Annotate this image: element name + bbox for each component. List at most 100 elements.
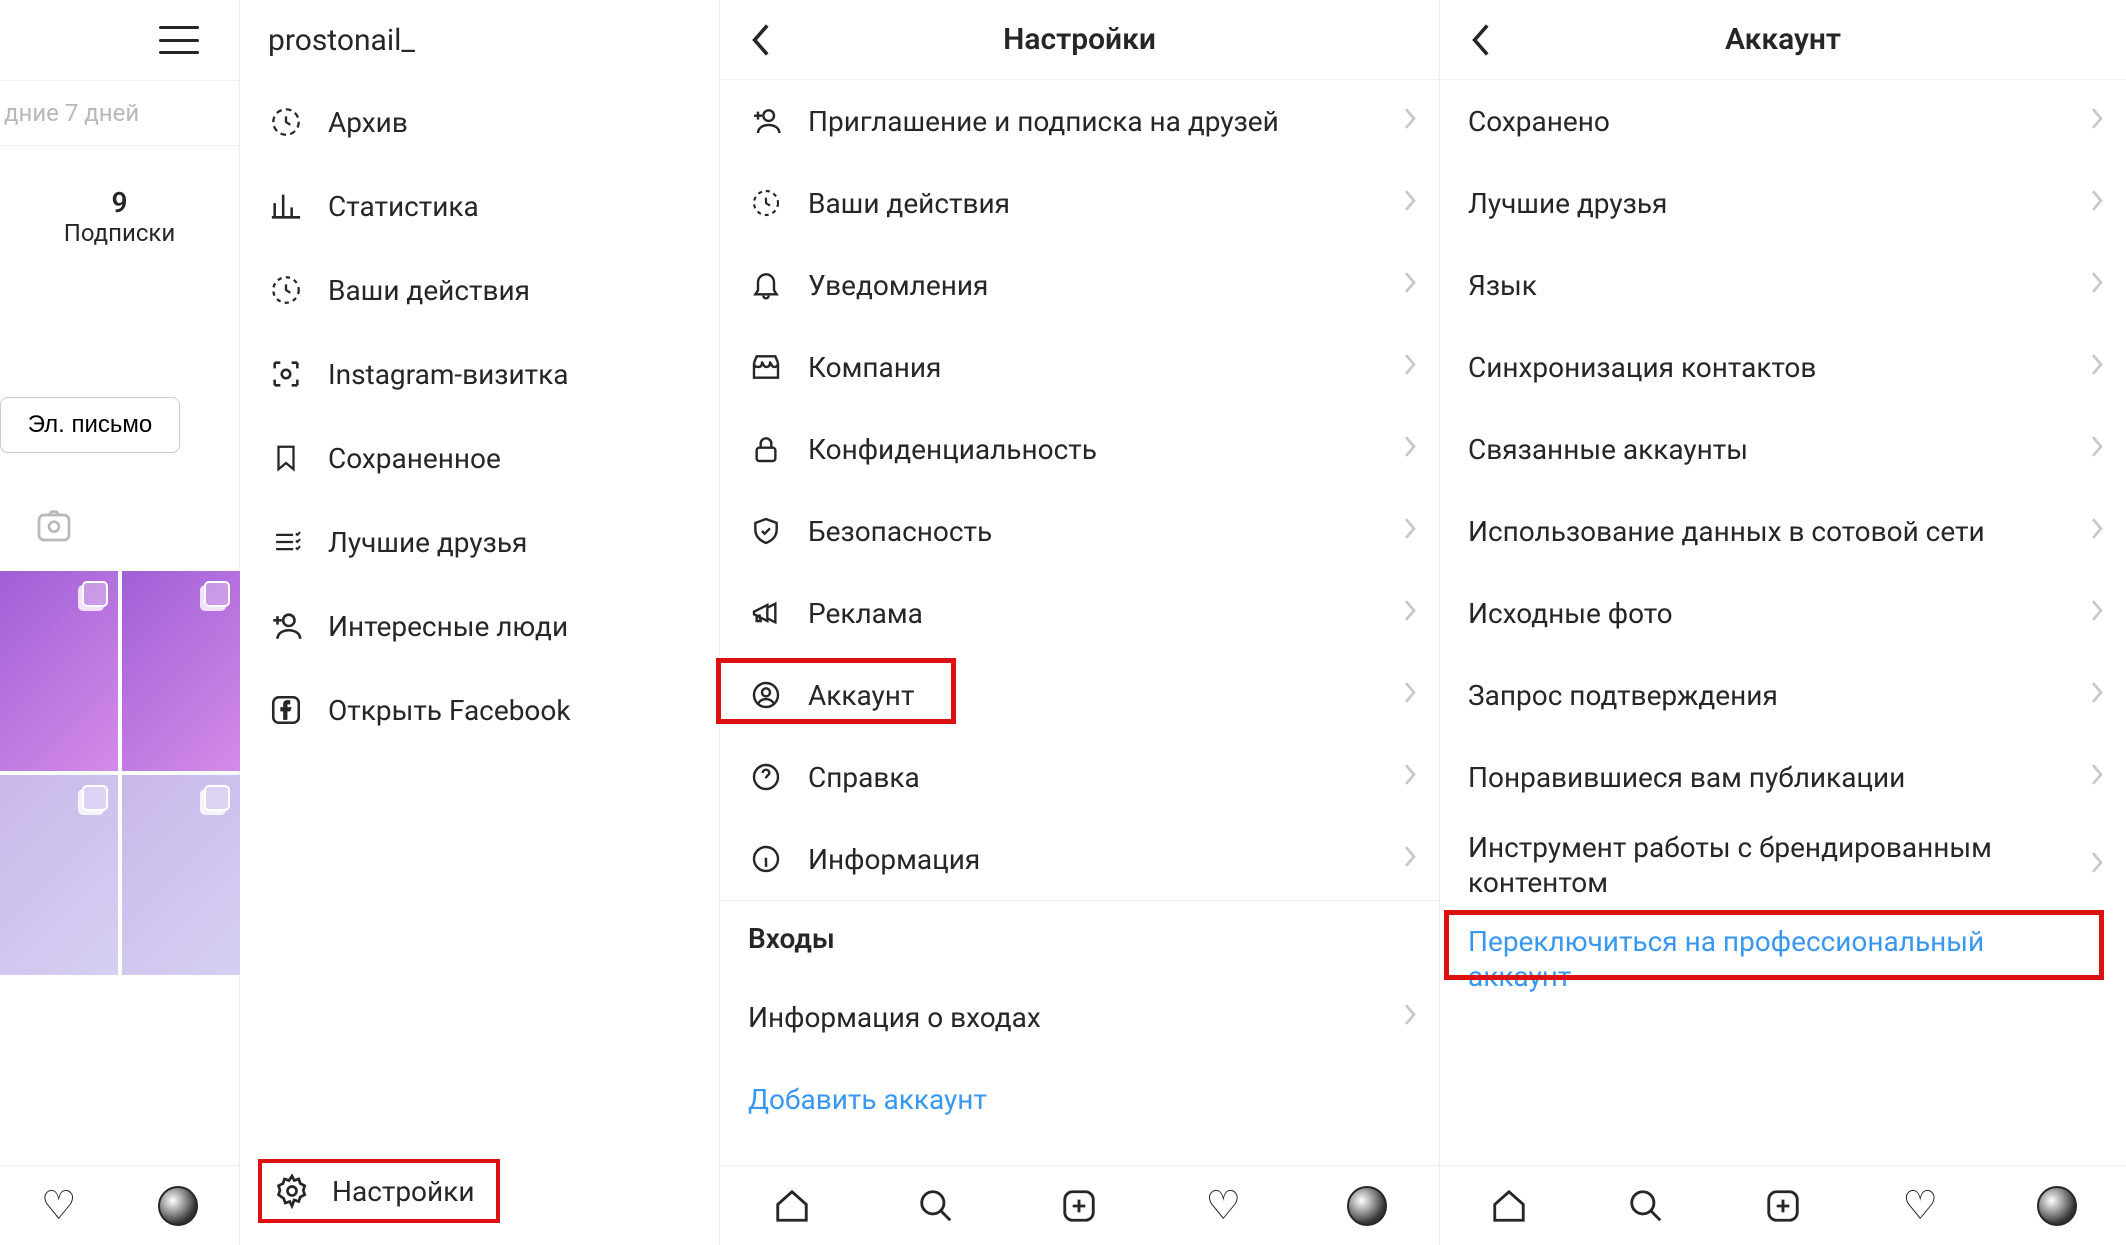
profile-avatar-icon[interactable] — [2037, 1186, 2077, 1226]
back-button[interactable] — [744, 24, 776, 56]
back-button[interactable] — [1464, 24, 1496, 56]
menu-item-discover-people[interactable]: Интересные люди — [240, 584, 719, 668]
chevron-right-icon — [2090, 597, 2104, 630]
chevron-right-icon — [1403, 1001, 1417, 1034]
row-label: Реклама — [808, 597, 1411, 630]
settings-row-account[interactable]: Аккаунт — [720, 654, 1439, 736]
add-post-icon[interactable] — [1763, 1186, 1803, 1226]
add-post-icon[interactable] — [1059, 1186, 1099, 1226]
row-label: Инструмент работы с брендированным конте… — [1468, 830, 2098, 900]
carousel-icon — [204, 581, 230, 607]
tagged-tab-icon[interactable] — [34, 530, 74, 549]
settings-panel: Настройки Приглашение и подписка на друз… — [720, 0, 1440, 1245]
profile-avatar-icon[interactable] — [1347, 1186, 1387, 1226]
photo-grid — [0, 571, 239, 975]
chevron-right-icon — [2090, 849, 2104, 882]
settings-row-business[interactable]: Компания — [720, 326, 1439, 408]
settings-row-security[interactable]: Безопасность — [720, 490, 1439, 572]
menu-item-archive[interactable]: Архив — [240, 80, 719, 164]
subscriptions-count: 9 — [0, 186, 239, 219]
grid-photo[interactable] — [0, 775, 118, 975]
account-row-liked-posts[interactable]: Понравившиеся вам публикации — [1440, 736, 2126, 818]
profile-avatar-icon[interactable] — [158, 1186, 198, 1226]
settings-row-privacy[interactable]: Конфиденциальность — [720, 408, 1439, 490]
carousel-icon — [82, 581, 108, 607]
search-icon[interactable] — [1626, 1186, 1666, 1226]
settings-row-follow-friends[interactable]: Приглашение и подписка на друзей — [720, 80, 1439, 162]
account-panel: Аккаунт Сохранено Лучшие друзья Язык Син… — [1440, 0, 2126, 1245]
settings-row-your-activity[interactable]: Ваши действия — [720, 162, 1439, 244]
row-label: Понравившиеся вам публикации — [1468, 760, 2098, 795]
tab-bar: ♡ — [1440, 1165, 2126, 1245]
account-row-contacts-sync[interactable]: Синхронизация контактов — [1440, 326, 2126, 408]
row-label: Ваши действия — [808, 187, 1411, 220]
grid-photo[interactable] — [0, 571, 118, 771]
settings-row-login-info[interactable]: Информация о входах — [720, 976, 1439, 1058]
activity-icon[interactable]: ♡ — [41, 1186, 77, 1226]
menu-item-nametag[interactable]: Instagram-визитка — [240, 332, 719, 416]
hamburger-icon[interactable] — [159, 26, 199, 54]
email-button[interactable]: Эл. письмо — [0, 397, 180, 453]
settings-row-notifications[interactable]: Уведомления — [720, 244, 1439, 326]
menu-item-activity[interactable]: Ваши действия — [240, 248, 719, 332]
account-header: Аккаунт — [1440, 0, 2126, 80]
last-7-days-label: дние 7 дней — [0, 80, 239, 146]
menu-item-facebook[interactable]: Открыть Facebook — [240, 668, 719, 752]
row-label: Язык — [1468, 268, 2098, 303]
row-label: Уведомления — [808, 269, 1411, 302]
storefront-icon — [748, 349, 784, 385]
home-icon[interactable] — [772, 1186, 812, 1226]
menu-item-label: Интересные люди — [328, 610, 568, 643]
row-label: Безопасность — [808, 515, 1411, 548]
account-row-branded-content[interactable]: Инструмент работы с брендированным конте… — [1440, 818, 2126, 912]
row-label: Информация — [808, 843, 1411, 876]
menu-item-insights[interactable]: Статистика — [240, 164, 719, 248]
chevron-right-icon — [1403, 679, 1417, 712]
row-label: Компания — [808, 351, 1411, 384]
account-row-close-friends[interactable]: Лучшие друзья — [1440, 162, 2126, 244]
menu-item-saved[interactable]: Сохраненное — [240, 416, 719, 500]
add-person-icon — [748, 103, 784, 139]
account-row-request-verification[interactable]: Запрос подтверждения — [1440, 654, 2126, 736]
grid-photo[interactable] — [122, 775, 240, 975]
subscriptions-label: Подписки — [0, 219, 239, 247]
chevron-right-icon — [1403, 597, 1417, 630]
chevron-right-icon — [2090, 351, 2104, 384]
bell-icon — [748, 267, 784, 303]
side-menu-panel: prostonail_ Архив Статистика Ваши действ… — [240, 0, 720, 1245]
account-row-language[interactable]: Язык — [1440, 244, 2126, 326]
logins-section-header: Входы — [720, 900, 1439, 976]
menu-item-settings[interactable]: Настройки — [258, 1159, 500, 1223]
menu-item-close-friends[interactable]: Лучшие друзья — [240, 500, 719, 584]
settings-row-help[interactable]: Справка — [720, 736, 1439, 818]
menu-item-label: Ваши действия — [328, 274, 530, 307]
activity-icon[interactable]: ♡ — [1203, 1186, 1243, 1226]
account-row-cellular-data[interactable]: Использование данных в сотовой сети — [1440, 490, 2126, 572]
activity-clock-icon — [268, 272, 304, 308]
chevron-right-icon — [1403, 433, 1417, 466]
settings-row-about[interactable]: Информация — [720, 818, 1439, 900]
chevron-right-icon — [2090, 433, 2104, 466]
account-row-linked-accounts[interactable]: Связанные аккаунты — [1440, 408, 2126, 490]
menu-item-label: Статистика — [328, 190, 479, 223]
settings-row-add-account[interactable]: Добавить аккаунт — [720, 1058, 1439, 1140]
row-label: Сохранено — [1468, 104, 2098, 139]
activity-icon[interactable]: ♡ — [1900, 1186, 1940, 1226]
account-icon — [748, 677, 784, 713]
row-label: Запрос подтверждения — [1468, 678, 2098, 713]
bar-chart-icon — [268, 188, 304, 224]
row-label: Переключиться на профессиональный аккаун… — [1468, 924, 2098, 994]
subscriptions-block[interactable]: 9 Подписки — [0, 146, 239, 307]
menu-item-label: Сохраненное — [328, 442, 501, 475]
account-row-saved[interactable]: Сохранено — [1440, 80, 2126, 162]
settings-row-ads[interactable]: Реклама — [720, 572, 1439, 654]
account-row-switch-professional[interactable]: Переключиться на профессиональный аккаун… — [1440, 912, 2126, 1006]
home-icon[interactable] — [1489, 1186, 1529, 1226]
row-label: Связанные аккаунты — [1468, 432, 2098, 467]
account-row-original-photos[interactable]: Исходные фото — [1440, 572, 2126, 654]
tab-bar: ♡ — [720, 1165, 1439, 1245]
grid-photo[interactable] — [122, 571, 240, 771]
search-icon[interactable] — [916, 1186, 956, 1226]
facebook-icon — [268, 692, 304, 728]
bottom-nav-partial: ♡ — [0, 1165, 239, 1245]
